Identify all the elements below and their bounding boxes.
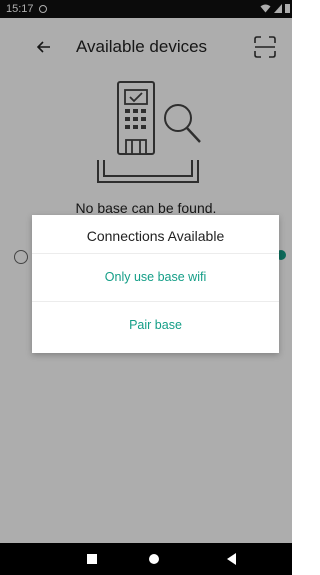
app-screen: 15:17 Available devices No base can be f… (0, 0, 292, 575)
recents-icon[interactable] (87, 554, 97, 564)
connections-dialog: Connections Available Only use base wifi… (32, 215, 279, 353)
system-nav-bar (0, 543, 292, 575)
dialog-title: Connections Available (86, 228, 225, 244)
home-icon[interactable] (149, 554, 159, 564)
only-use-base-wifi-option[interactable]: Only use base wifi (32, 254, 279, 300)
pair-base-option[interactable]: Pair base (32, 302, 279, 348)
back-icon[interactable] (227, 553, 236, 565)
